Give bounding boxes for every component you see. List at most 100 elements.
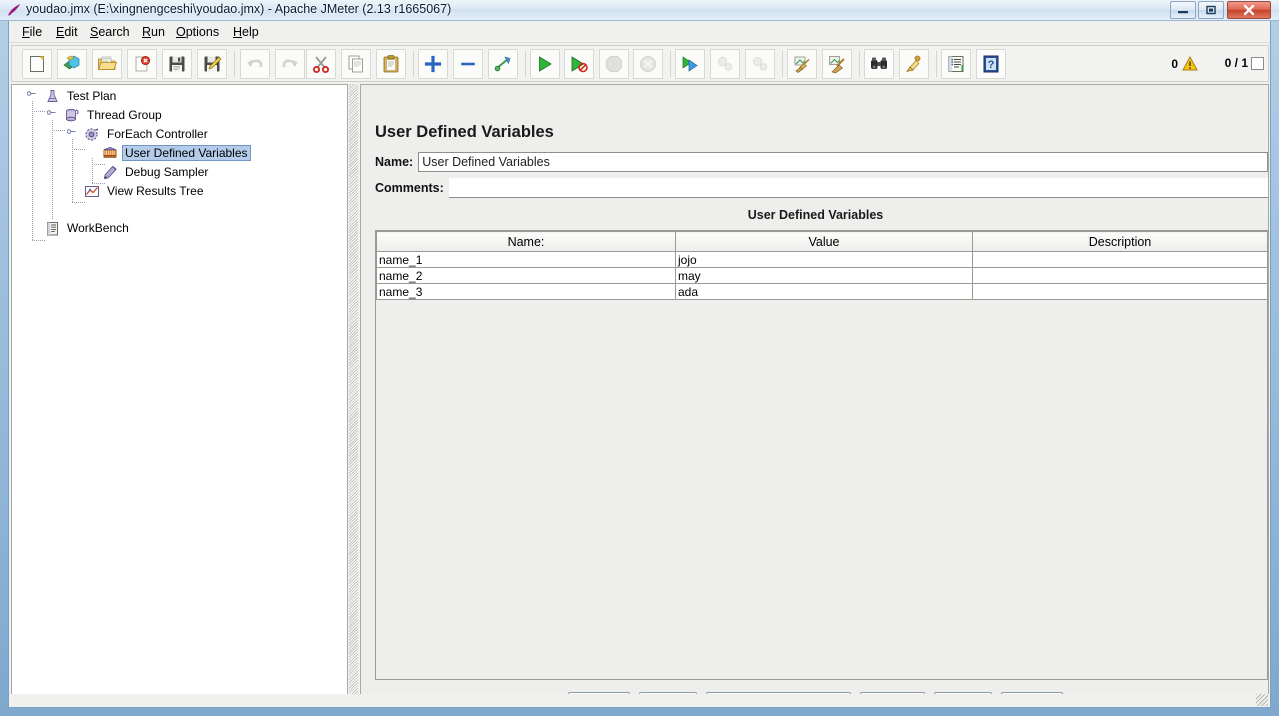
scissors-icon: [307, 50, 335, 78]
remote-shutdown-all-button[interactable]: [745, 49, 775, 79]
menu-bar: File Edit Search Run Options Help: [9, 21, 1271, 43]
tree-node-thread-group[interactable]: Thread Group: [64, 106, 165, 124]
close-button[interactable]: [127, 49, 157, 79]
name-input[interactable]: [418, 152, 1268, 172]
cell-value[interactable]: ada: [676, 284, 973, 300]
tree-toggle-thread-group[interactable]: [47, 108, 56, 117]
function-helper-button[interactable]: [941, 49, 971, 79]
debug-sampler-icon: [102, 164, 118, 180]
cell-value[interactable]: may: [676, 268, 973, 284]
cell-name[interactable]: name_2: [377, 268, 676, 284]
close-button[interactable]: [1227, 1, 1271, 19]
minimize-button[interactable]: [1170, 1, 1196, 19]
paste-button[interactable]: [376, 49, 406, 79]
search-reset-button[interactable]: [899, 49, 929, 79]
jmeter-feather-icon: [6, 3, 22, 18]
comments-input[interactable]: [449, 178, 1268, 198]
column-header-description[interactable]: Description: [973, 232, 1268, 252]
new-document-icon: [23, 50, 51, 78]
cell-value[interactable]: jojo: [676, 252, 973, 268]
tree-toggle-foreach-controller[interactable]: [67, 127, 76, 136]
start-no-pauses-button[interactable]: [564, 49, 594, 79]
help-button[interactable]: ?: [976, 49, 1006, 79]
remote-shutdown-icon: [746, 50, 774, 78]
clear-all-broom-icon: [823, 50, 851, 78]
cell-name[interactable]: name_1: [377, 252, 676, 268]
stop-button[interactable]: [599, 49, 629, 79]
templates-icon: [58, 50, 86, 78]
templates-button[interactable]: [57, 49, 87, 79]
remote-stop-all-button[interactable]: [710, 49, 740, 79]
tree-line: [72, 202, 85, 203]
split-pane-divider[interactable]: [349, 84, 358, 702]
cell-description[interactable]: [973, 268, 1268, 284]
cell-description[interactable]: [973, 284, 1268, 300]
tree-node-foreach-controller[interactable]: ForEach Controller: [84, 125, 211, 143]
table-row[interactable]: name_1 jojo: [377, 252, 1268, 268]
menu-edit[interactable]: Edit: [51, 24, 83, 41]
copy-button[interactable]: [341, 49, 371, 79]
expand-all-button[interactable]: [418, 49, 448, 79]
save-as-button[interactable]: [197, 49, 227, 79]
active-threads-status: 0 / 1: [1225, 56, 1248, 70]
minus-icon: [454, 50, 482, 78]
tree-node-workbench[interactable]: WorkBench: [44, 219, 132, 237]
clear-button[interactable]: [787, 49, 817, 79]
remote-start-all-button[interactable]: [675, 49, 705, 79]
start-button[interactable]: [530, 49, 560, 79]
cell-description[interactable]: [973, 252, 1268, 268]
workbench-icon: [44, 220, 60, 236]
view-results-tree-icon: [84, 183, 100, 199]
toggle-icon: [489, 50, 517, 78]
help-question-icon: ?: [977, 50, 1005, 78]
variables-table: Name: Value Description name_1 jojo name…: [376, 231, 1268, 300]
search-reset-brush-icon: [900, 50, 928, 78]
shutdown-circle-icon: [634, 50, 662, 78]
thread-group-icon: [64, 107, 80, 123]
menu-search[interactable]: Search: [85, 24, 135, 41]
play-no-timers-icon: [565, 50, 593, 78]
undo-arrow-icon: [241, 50, 269, 78]
stop-octagon-icon: [600, 50, 628, 78]
open-button[interactable]: [92, 49, 122, 79]
open-folder-icon: [93, 50, 121, 78]
close-document-icon: [128, 50, 156, 78]
tree-node-debug-sampler[interactable]: Debug Sampler: [102, 163, 211, 181]
test-plan-tree[interactable]: Test Plan Thread Group: [11, 84, 348, 702]
save-as-pencil-icon: [198, 50, 226, 78]
collapse-all-button[interactable]: [453, 49, 483, 79]
column-header-value[interactable]: Value: [676, 232, 973, 252]
menu-help[interactable]: Help: [228, 24, 264, 41]
maximize-button[interactable]: [1198, 1, 1224, 19]
search-button[interactable]: [864, 49, 894, 79]
tree-node-user-defined-variables[interactable]: User Defined Variables: [102, 144, 251, 162]
cut-button[interactable]: [306, 49, 336, 79]
redo-button[interactable]: [275, 49, 305, 79]
resize-grip[interactable]: [1256, 694, 1268, 706]
toggle-button[interactable]: [488, 49, 518, 79]
variables-table-container[interactable]: Name: Value Description name_1 jojo name…: [375, 230, 1268, 680]
cell-name[interactable]: name_3: [377, 284, 676, 300]
table-header-row: Name: Value Description: [377, 232, 1268, 252]
tree-toggle-test-plan[interactable]: [27, 89, 36, 98]
menu-file[interactable]: File: [17, 24, 47, 41]
undo-button[interactable]: [240, 49, 270, 79]
tree-line: [72, 149, 85, 150]
save-button[interactable]: [162, 49, 192, 79]
redo-arrow-icon: [276, 50, 304, 78]
shutdown-button[interactable]: [633, 49, 663, 79]
plus-icon: [419, 50, 447, 78]
tree-node-view-results-tree[interactable]: View Results Tree: [84, 182, 207, 200]
tree-label: User Defined Variables: [122, 145, 251, 161]
tree-line: [92, 158, 93, 183]
column-header-name[interactable]: Name:: [377, 232, 676, 252]
menu-options[interactable]: Options: [171, 24, 224, 41]
tree-node-test-plan[interactable]: Test Plan: [44, 87, 119, 105]
table-row[interactable]: name_3 ada: [377, 284, 1268, 300]
new-button[interactable]: [22, 49, 52, 79]
window-title: youdao.jmx (E:\xingnengceshi\youdao.jmx)…: [26, 2, 451, 16]
comments-label: Comments:: [375, 181, 444, 195]
table-row[interactable]: name_2 may: [377, 268, 1268, 284]
menu-run[interactable]: Run: [137, 24, 170, 41]
clear-all-button[interactable]: [822, 49, 852, 79]
